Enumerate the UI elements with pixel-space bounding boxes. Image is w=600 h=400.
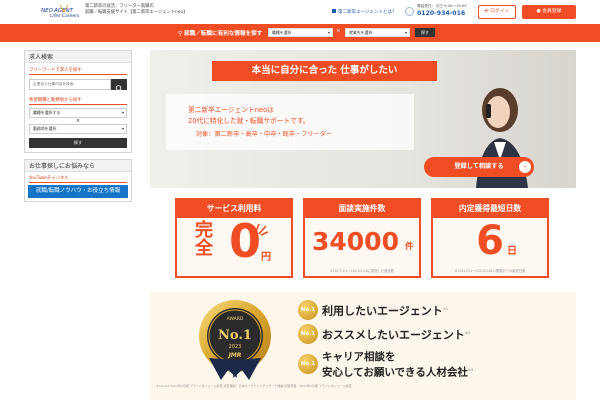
keyword-input[interactable]: 企業名や仕事内容を検索 — [29, 79, 111, 90]
award-item-2-text: おススメしたいエージェント※2 — [322, 325, 470, 344]
search-bar-label-text: 就職／転職に有利な情報を探す — [184, 31, 263, 37]
award-footnote: ※1※2※3 2023年2月期 ブランドのイメージ調査 調査機関：日本マーケティ… — [156, 384, 352, 388]
stat-card-offer-days: 内定獲得最短日数 6 日 ※2022/3/1～2023/2/28の期間中での最短… — [431, 198, 549, 278]
register-button[interactable]: ● 会員登録 — [522, 5, 576, 19]
header-desc-line2: 就職／転職支援サイト【第二新卒エージェントneo】 — [85, 9, 188, 15]
chevron-down-icon: ▾ — [327, 30, 330, 35]
keyword-search-row: 企業名や仕事内容を検索 — [29, 79, 127, 92]
stat-fee-prefix: 完全 — [192, 220, 213, 256]
sidebar-occupation-value: 職種を選択する — [33, 110, 61, 115]
register-label: 会員登録 — [542, 9, 562, 14]
award-item-3-line2-label: 安心してお願いできる人材会社 — [322, 366, 468, 379]
stat-interviews-note: ※2017/1/1～2023/2/28に実施した面談数 — [329, 269, 395, 273]
award-item-3-line1: キャリア相談を — [322, 351, 396, 363]
award-item-3-line2: 安心してお願いできる人材会社※3 — [322, 364, 473, 380]
divider — [29, 182, 127, 183]
cta-label: 登録して相談する — [454, 163, 504, 170]
award-item-2-label: おススメしたいエージェント — [322, 328, 465, 342]
divider — [29, 104, 127, 105]
login-button[interactable]: ⎆ ログイン — [478, 5, 516, 19]
square-icon — [332, 9, 336, 13]
stat-offer-value: 6 — [476, 218, 504, 264]
medal-brand-text: JMR — [228, 352, 242, 359]
help-panel: お仕事探しにお悩みなら YouTubeチャンネル 就職/転職ノウハウ・お役立ち情… — [24, 159, 132, 202]
hero-line3: 対象：第二新卒・高卒・中卒・既卒・フリーター — [196, 131, 333, 138]
stat-card-fee: サービス利用料 完全 0 円 — [175, 198, 293, 278]
stat-interviews-unit: 件 — [405, 242, 414, 252]
award-badge: No.1 — [298, 354, 318, 374]
sidebar-location-select[interactable]: 勤務地を選択 ▾ — [29, 124, 127, 134]
separator-x: × — [336, 28, 341, 34]
award-item-1-text: 利用したいエージェント※1 — [322, 301, 448, 320]
site-header: NEO AGENT Lifes Careers 第二新卒の就活、フリーター就職の… — [0, 0, 600, 24]
award-item-1-label: 利用したいエージェント — [322, 304, 443, 318]
search-icon — [115, 85, 123, 92]
medal-no1-text: No.1 — [218, 328, 252, 343]
stat-offer-note: ※2022/3/1～2023/2/28の期間中での最短日数 — [454, 269, 526, 273]
search-button[interactable]: 探す — [415, 28, 435, 37]
hero-line2: 20代に特化した就・転職サポートです。 — [188, 117, 310, 125]
register-consult-button[interactable]: 登録して相談する › — [424, 157, 534, 177]
job-search-panel: 求人検索 フリーワードで求人を探す 企業名や仕事内容を検索 希望職種と勤務地から… — [24, 50, 132, 153]
sparkle-icon — [254, 223, 269, 236]
employer-select-value: 就業先を選択 — [349, 30, 373, 35]
stat-offer-head: 内定獲得最短日数 — [433, 200, 547, 218]
header-description: 第二新卒の就活、フリーター就職の 就職／転職支援サイト【第二新卒エージェントne… — [85, 4, 187, 15]
search-bar: ⚲ 就職／転職に有利な情報を探す 職種を選択 ▾ × 就業先を選択 ▾ 探す — [0, 24, 600, 42]
free-word-label: フリーワードで求人を探す — [29, 68, 82, 73]
youtube-label: YouTubeチャンネル — [29, 176, 69, 181]
award-item-3-note: ※3 — [467, 368, 474, 372]
employer-select[interactable]: 就業先を選択 ▾ — [345, 28, 410, 37]
phone-hours: 電話受付：平日 9:00～19:00 — [417, 4, 467, 8]
chevron-down-icon: ▾ — [121, 126, 124, 131]
chevron-down-icon: ▾ — [404, 30, 407, 35]
award-section: AWARD No.1 2023 JMR No.1 利用したいエージェント※1 N… — [150, 292, 576, 400]
sidebar-location-value: 勤務地を選択 — [33, 126, 57, 131]
about-link-label: 第二新卒エージェントとは？ — [338, 10, 397, 15]
hero-banner: 本当に自分に合った 仕事がしたい 第二新卒エージェントneoは 20代に特化した… — [150, 50, 576, 188]
area-label: 希望職種と勤務地から探す — [29, 98, 82, 103]
award-badge: No.1 — [298, 324, 318, 344]
medal-award-text: AWARD — [227, 316, 244, 322]
help-title: お仕事探しにお悩みなら — [25, 160, 131, 172]
keyword-search-button[interactable] — [111, 79, 127, 92]
job-search-title: 求人検索 — [25, 51, 131, 63]
hero-title: 本当に自分に合った 仕事がしたい — [212, 61, 437, 81]
logo-tagline: Lifes Careers — [50, 14, 80, 19]
award-item-1-note: ※1 — [442, 307, 449, 311]
award-item-3-text: キャリア相談を 安心してお願いできる人材会社※3 — [322, 351, 473, 380]
stat-card-interviews: 面談実施件数 34000 件 ※2017/1/1～2023/2/28に実施した面… — [303, 198, 421, 278]
youtube-banner[interactable]: 就職/転職ノウハウ・お役立ち情報 — [28, 185, 128, 198]
sidebar-occupation-select[interactable]: 職種を選択する ▾ — [29, 108, 127, 118]
award-badge: No.1 — [298, 300, 318, 320]
phone-number: 0120-934-016 — [417, 10, 466, 17]
phone-icon — [405, 7, 414, 16]
about-link[interactable]: 第二新卒エージェントとは？ — [332, 9, 396, 15]
occupation-select-value: 職種を選択 — [272, 30, 292, 35]
stat-offer-unit: 日 — [507, 246, 517, 257]
search-bar-label: ⚲ 就職／転職に有利な情報を探す — [178, 29, 262, 37]
divider — [29, 74, 127, 75]
award-item-2-note: ※2 — [464, 331, 471, 335]
stat-fee-unit: 円 — [261, 252, 271, 263]
occupation-select[interactable]: 職種を選択 ▾ — [268, 28, 333, 37]
medal-year-text: 2023 — [229, 344, 242, 350]
stat-interviews-head: 面談実施件数 — [305, 200, 419, 218]
hero-line1: 第二新卒エージェントneoは — [188, 106, 274, 114]
stat-interviews-value: 34000 — [312, 227, 399, 256]
award-medal-icon: AWARD No.1 2023 JMR — [199, 300, 271, 380]
sidebar-search-button[interactable]: 探す — [29, 138, 127, 148]
phone-contact[interactable]: 電話受付：平日 9:00～19:00 0120-934-016 — [405, 4, 467, 20]
chevron-right-icon: › — [519, 161, 531, 173]
login-label: ログイン — [490, 9, 510, 14]
sidebar: 求人検索 フリーワードで求人を探す 企業名や仕事内容を検索 希望職種と勤務地から… — [24, 50, 132, 202]
chevron-down-icon: ▾ — [121, 110, 124, 115]
